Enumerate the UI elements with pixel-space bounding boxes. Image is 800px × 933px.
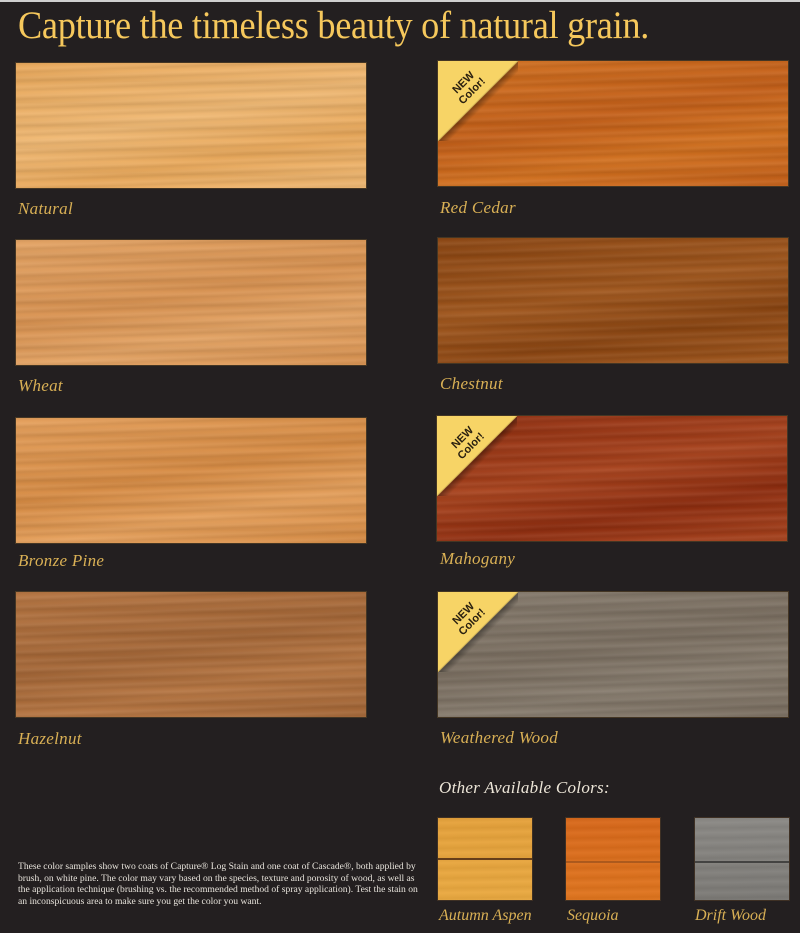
swatch-label-chestnut: Chestnut bbox=[440, 374, 503, 393]
swatch-mahogany: NEW Color! bbox=[437, 416, 787, 541]
swatch-label-mahogany: Mahogany bbox=[440, 549, 516, 568]
mini-swatch-autumn-aspen bbox=[438, 818, 532, 900]
swatch-label-bronze-pine: Bronze Pine bbox=[18, 551, 105, 570]
swatch-weathered-wood: NEW Color! bbox=[438, 592, 788, 717]
swatch-label-natural: Natural bbox=[18, 199, 74, 218]
swatch-chestnut bbox=[438, 238, 788, 363]
mini-label-autumn-aspen: Autumn Aspen bbox=[439, 907, 532, 924]
top-border bbox=[0, 0, 800, 2]
swatch-label-red-cedar: Red Cedar bbox=[440, 198, 516, 217]
mini-swatch-sequoia bbox=[566, 818, 660, 900]
page-headline: Capture the timeless beauty of natural g… bbox=[18, 4, 650, 47]
mini-label-drift-wood: Drift Wood bbox=[695, 907, 766, 924]
swatch-label-wheat: Wheat bbox=[18, 376, 63, 395]
swatch-hazelnut bbox=[16, 592, 366, 717]
swatch-red-cedar: NEW Color! bbox=[438, 61, 788, 186]
mini-swatch-drift-wood bbox=[695, 818, 789, 900]
disclaimer-text: These color samples show two coats of Ca… bbox=[18, 861, 418, 907]
swatch-label-weathered-wood: Weathered Wood bbox=[440, 728, 558, 747]
other-colors-title: Other Available Colors: bbox=[439, 778, 610, 797]
swatch-bronze-pine bbox=[16, 418, 366, 543]
swatch-wheat bbox=[16, 240, 366, 365]
mini-label-sequoia: Sequoia bbox=[567, 907, 619, 924]
swatch-label-hazelnut: Hazelnut bbox=[18, 729, 82, 748]
swatch-natural bbox=[16, 63, 366, 188]
